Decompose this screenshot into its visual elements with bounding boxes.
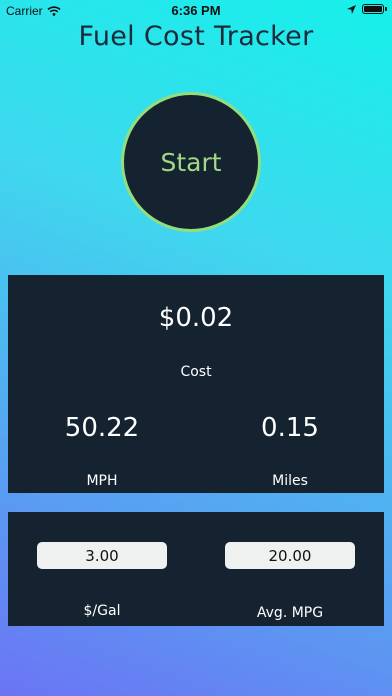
- price-per-gallon-label: $/Gal: [83, 603, 121, 619]
- avg-mpg-field[interactable]: [225, 542, 355, 569]
- status-time: 6:36 PM: [171, 3, 221, 18]
- miles-label: Miles: [272, 473, 308, 489]
- app-title: Fuel Cost Tracker: [78, 21, 314, 52]
- status-bar: Carrier 6:36 PM: [0, 0, 392, 22]
- stats-panel: $0.02 Cost 50.22 0.15 MPH Miles: [8, 275, 384, 493]
- location-arrow-icon: [347, 4, 356, 14]
- mph-label: MPH: [86, 473, 118, 489]
- cost-label: Cost: [180, 364, 212, 380]
- miles-value: 0.15: [261, 413, 319, 443]
- start-button[interactable]: Start: [121, 92, 261, 232]
- avg-mpg-label: Avg. MPG: [256, 605, 324, 621]
- mph-value: 50.22: [64, 413, 140, 443]
- settings-panel: $/Gal Avg. MPG: [8, 512, 384, 626]
- status-right-group: [347, 4, 387, 14]
- cost-value: $0.02: [158, 303, 234, 333]
- price-per-gallon-field[interactable]: [37, 542, 167, 569]
- battery-icon: [362, 4, 387, 14]
